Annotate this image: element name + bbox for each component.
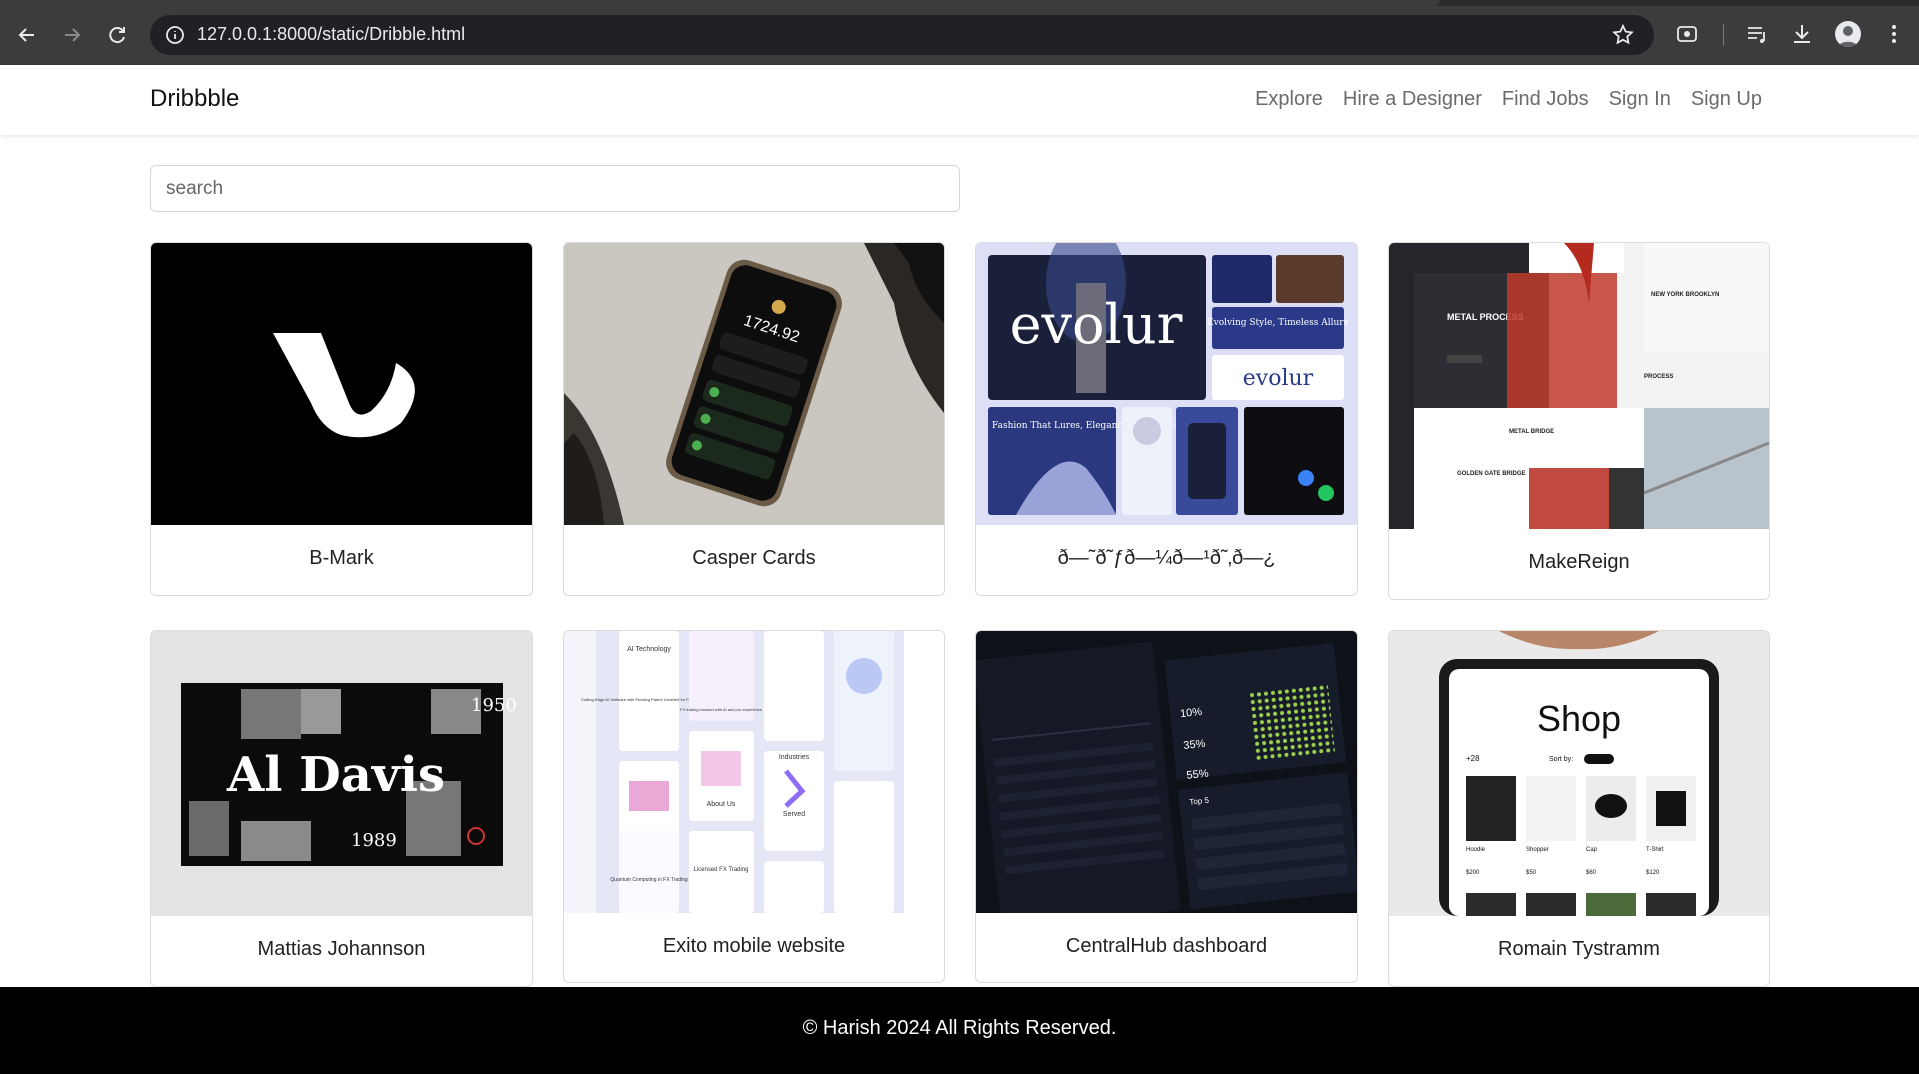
shot-card-mattias-johannson[interactable]: Al Davis 1950 1989 Mattias Johannson: [150, 630, 533, 987]
nav-explore[interactable]: Explore: [1255, 88, 1323, 111]
makereign-gg: GOLDEN GATE BRIDGE: [1457, 471, 1526, 477]
shot-title[interactable]: B-Mark: [151, 547, 532, 570]
footer-copyright: © Harish 2024 All Rights Reserved.: [802, 1017, 1117, 1039]
site-footer: © Harish 2024 All Rights Reserved.: [0, 987, 1919, 1074]
shot-card-casper-cards[interactable]: 1724.92 Casper Cards: [563, 242, 945, 596]
shot-title[interactable]: Casper Cards: [564, 547, 944, 570]
browser-toolbar: 127.0.0.1:8000/static/Dribble.html: [0, 0, 1919, 65]
shot-thumbnail[interactable]: Shop +28 Sort by: Hoodie Shopper Cap T-S…: [1389, 631, 1769, 916]
romain-count: +28: [1466, 754, 1480, 763]
screenshot-icon[interactable]: [1673, 20, 1701, 48]
romain-shop: Shop: [1537, 698, 1621, 739]
page-content: Dribbble Explore Hire a Designer Find Jo…: [0, 65, 1919, 1074]
shot-thumbnail[interactable]: METAL PROCESS NEW YORK BROOKLYN PROCESS …: [1389, 243, 1769, 529]
nav-find-jobs[interactable]: Find Jobs: [1502, 88, 1589, 111]
shot-thumbnail[interactable]: evolur Evolving Style, Timeless Allure e…: [976, 243, 1357, 525]
exito-text-8: Quantum Computing in FX Trading: [610, 877, 687, 883]
romain-price-1: $200: [1466, 870, 1480, 876]
menu-kebab-icon[interactable]: [1880, 20, 1908, 48]
shot-card-centralhub[interactable]: 10% 35% 55% Top 5 CentralHub dashboard: [975, 630, 1358, 983]
toolbar-divider: [1723, 24, 1724, 46]
aldavis-year2: 1989: [351, 830, 397, 851]
exito-text-5: Industries: [779, 754, 810, 761]
shot-thumbnail[interactable]: AI Technology Cutting-Edge AI Software w…: [564, 631, 944, 913]
shot-card-romain-tystramm[interactable]: Shop +28 Sort by: Hoodie Shopper Cap T-S…: [1388, 630, 1770, 987]
exito-text-1: AI Technology: [627, 646, 671, 653]
evolur-logo-art: evolur: [1010, 293, 1183, 356]
reload-icon[interactable]: [102, 20, 132, 50]
forward-icon[interactable]: [57, 20, 87, 50]
shot-title[interactable]: MakeReign: [1389, 551, 1769, 574]
shot-title[interactable]: Romain Tystramm: [1389, 938, 1769, 961]
site-navbar: Dribbble Explore Hire a Designer Find Jo…: [0, 65, 1919, 135]
shot-title[interactable]: CentralHub dashboard: [976, 935, 1357, 958]
shot-card-exito[interactable]: AI Technology Cutting-Edge AI Software w…: [563, 630, 945, 983]
romain-item-2: Shopper: [1526, 847, 1549, 853]
url-text[interactable]: 127.0.0.1:8000/static/Dribble.html: [197, 24, 465, 45]
nav-sign-in[interactable]: Sign In: [1609, 88, 1671, 111]
exito-text-7: Licensed FX Trading: [693, 867, 748, 873]
shot-thumbnail[interactable]: 10% 35% 55% Top 5: [976, 631, 1357, 913]
evolur-tagline: Evolving Style, Timeless Allure: [1207, 318, 1349, 328]
evolur-logo-small: evolur: [1243, 366, 1314, 391]
nav-hire-designer[interactable]: Hire a Designer: [1343, 88, 1482, 111]
central-pct-3: 55%: [1186, 768, 1209, 782]
shot-title[interactable]: Mattias Johannson: [151, 938, 532, 961]
address-bar[interactable]: 127.0.0.1:8000/static/Dribble.html: [150, 15, 1654, 55]
makereign-bridge: METAL BRIDGE: [1509, 429, 1554, 435]
aldavis-title: Al Davis: [226, 747, 445, 803]
romain-item-1: Hoodie: [1466, 847, 1486, 853]
shot-card-b-mark[interactable]: B-Mark: [150, 242, 533, 596]
romain-item-3: Cap: [1586, 847, 1598, 853]
shot-card-makereign[interactable]: METAL PROCESS NEW YORK BROOKLYN PROCESS …: [1388, 242, 1770, 600]
exito-text-3: FX trading boosted with AI and pro exper…: [680, 707, 763, 712]
brand-logo[interactable]: Dribbble: [150, 85, 239, 113]
download-icon[interactable]: [1788, 20, 1816, 48]
shot-thumbnail[interactable]: [151, 243, 532, 525]
bookmark-star-icon[interactable]: [1610, 22, 1636, 48]
nav-links: Explore Hire a Designer Find Jobs Sign I…: [1255, 88, 1762, 111]
central-pct-2: 35%: [1183, 738, 1206, 752]
central-pct-1: 10%: [1180, 706, 1203, 720]
search-input[interactable]: [150, 165, 960, 212]
shot-thumbnail[interactable]: Al Davis 1950 1989: [151, 631, 532, 916]
romain-price-2: $50: [1526, 870, 1537, 876]
exito-text-4: About Us: [707, 801, 736, 808]
exito-text-6: Served: [783, 811, 805, 818]
romain-price-4: $120: [1646, 870, 1660, 876]
profile-avatar[interactable]: [1835, 21, 1861, 47]
romain-price-3: $60: [1586, 870, 1597, 876]
tab-strip: [0, 0, 1919, 6]
romain-sort: Sort by:: [1549, 756, 1573, 763]
aldavis-year1: 1950: [471, 695, 517, 716]
shot-title[interactable]: Exito mobile website: [564, 935, 944, 958]
makereign-city: NEW YORK BROOKLYN: [1651, 292, 1719, 298]
shot-card-evolur[interactable]: evolur Evolving Style, Timeless Allure e…: [975, 242, 1358, 596]
shot-thumbnail[interactable]: 1724.92: [564, 243, 944, 525]
reading-list-icon[interactable]: [1743, 20, 1771, 48]
nav-sign-up[interactable]: Sign Up: [1691, 88, 1762, 111]
shot-title[interactable]: ð—˜ð˜ƒð—¼ð—¹ð˜‚ð—¿: [976, 547, 1357, 570]
site-info-icon[interactable]: [164, 24, 186, 46]
makereign-process: PROCESS: [1644, 374, 1673, 380]
back-icon[interactable]: [12, 20, 42, 50]
romain-item-4: T-Shirt: [1646, 847, 1664, 853]
